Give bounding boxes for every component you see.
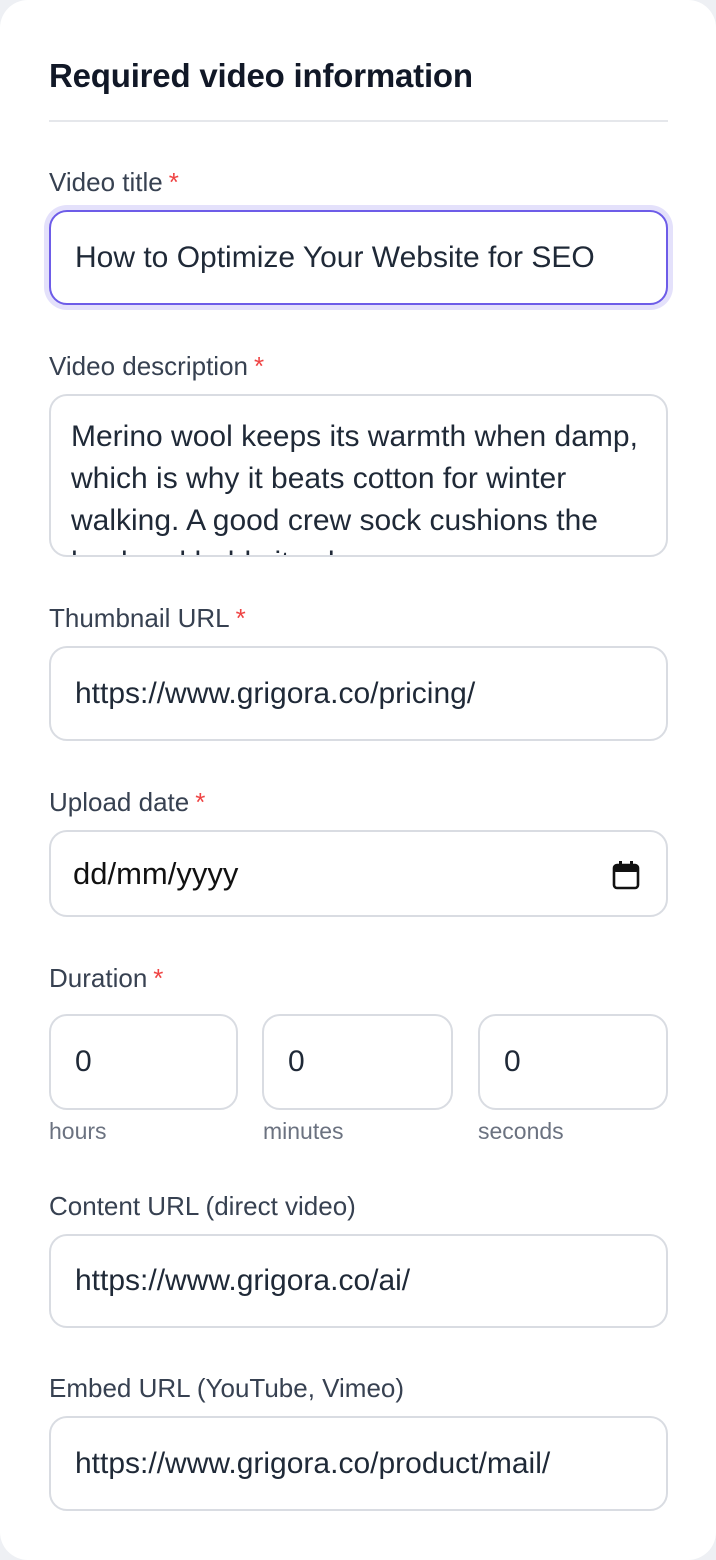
thumbnail-url-input[interactable] [49,646,668,741]
duration-hours-unit: hours [49,1118,107,1144]
duration-label: Duration * [49,962,163,994]
duration-label-text: Duration [49,963,148,993]
section-title: Required video information [49,57,473,94]
content-url-label-text: Content URL (direct video) [49,1191,356,1221]
video-description-label: Video description * [49,350,264,382]
video-description-textarea[interactable]: Merino wool keeps its warmth when damp, … [49,394,668,557]
thumbnail-url-label-text: Thumbnail URL [49,603,230,633]
video-description-label-text: Video description [49,351,248,381]
video-title-input[interactable] [49,210,668,305]
embed-url-input[interactable] [49,1416,668,1511]
required-mark: * [195,787,206,817]
upload-date-input[interactable]: dd/mm/yyyy [49,830,668,917]
embed-url-label-text: Embed URL (YouTube, Vimeo) [49,1373,405,1403]
video-title-label: Video title * [49,166,179,198]
content-url-label: Content URL (direct video) [49,1190,356,1222]
required-mark: * [168,167,179,197]
content-url-input[interactable] [49,1234,668,1328]
video-title-label-text: Video title [49,167,163,197]
duration-minutes-input[interactable] [262,1014,453,1110]
section-divider [49,120,668,122]
upload-date-placeholder: dd/mm/yyyy [73,856,239,891]
video-info-card: Required video information Video title * … [0,0,716,1560]
embed-url-label: Embed URL (YouTube, Vimeo) [49,1372,404,1404]
required-mark: * [235,603,246,633]
required-mark: * [153,963,164,993]
duration-minutes-unit: minutes [263,1118,344,1144]
upload-date-label: Upload date * [49,786,205,818]
duration-seconds-input[interactable] [478,1014,668,1110]
thumbnail-url-label: Thumbnail URL * [49,602,246,634]
required-mark: * [254,351,265,381]
duration-seconds-unit: seconds [478,1118,564,1144]
upload-date-label-text: Upload date [49,787,190,817]
calendar-icon[interactable] [612,860,640,890]
duration-hours-input[interactable] [49,1014,238,1110]
